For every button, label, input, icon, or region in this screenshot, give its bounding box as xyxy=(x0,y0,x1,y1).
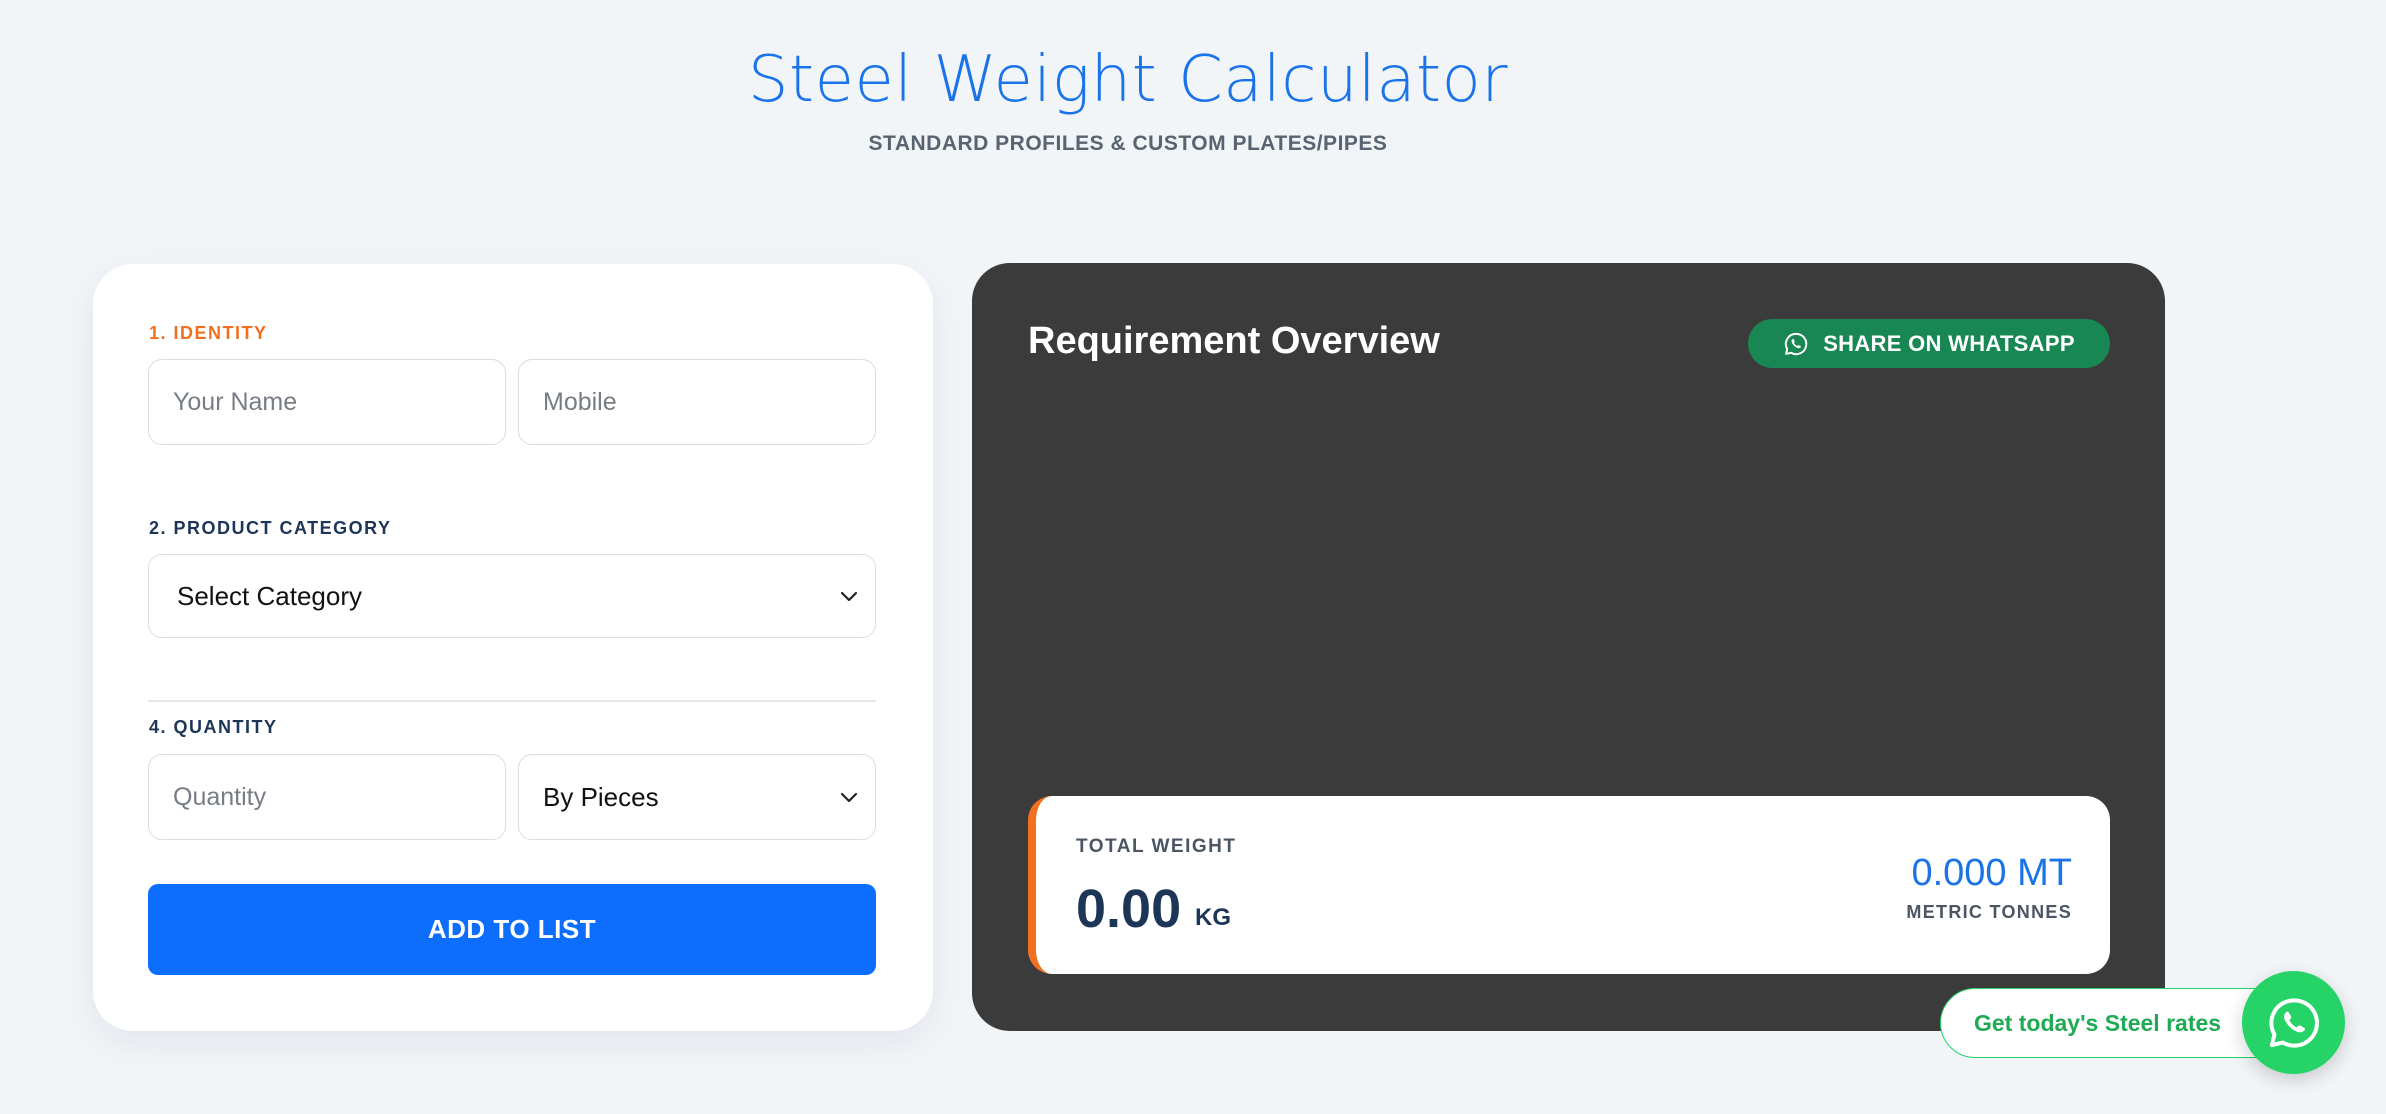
total-weight-label: TOTAL WEIGHT xyxy=(1076,836,1237,857)
add-to-list-button[interactable]: ADD TO LIST xyxy=(148,884,876,975)
quantity-input-placeholder: Quantity xyxy=(173,782,267,811)
page: Steel Weight Calculator STANDARD PROFILE… xyxy=(0,0,2386,1114)
unit-select[interactable]: By Pieces xyxy=(518,754,876,840)
total-weight-unit: KG xyxy=(1195,904,1231,931)
steel-rates-link[interactable]: Get today's Steel rates xyxy=(1940,988,2260,1058)
header: Steel Weight Calculator STANDARD PROFILE… xyxy=(0,40,2256,156)
total-weight-box: TOTAL WEIGHT 0.00 KG 0.000 MT METRIC TON… xyxy=(1028,796,2110,974)
share-whatsapp-button[interactable]: SHARE ON WHATSAPP xyxy=(1748,319,2110,368)
quantity-input[interactable]: Quantity xyxy=(148,754,506,840)
category-select-value: Select Category xyxy=(177,580,362,611)
whatsapp-icon xyxy=(2268,997,2319,1048)
mobile-input-placeholder: Mobile xyxy=(543,387,617,416)
calculator-form-card: 1. IDENTITY Your Name Mobile 2. PRODUCT … xyxy=(93,264,933,1031)
unit-select-value: By Pieces xyxy=(543,781,659,812)
overview-title: Requirement Overview xyxy=(1028,320,1440,362)
category-select[interactable]: Select Category xyxy=(148,554,876,638)
page-title: Steel Weight Calculator xyxy=(747,43,1509,117)
chevron-down-icon xyxy=(840,792,858,803)
share-button-label: SHARE ON WHATSAPP xyxy=(1823,330,2075,356)
metric-tonnes-label: METRIC TONNES xyxy=(1906,902,2072,922)
chevron-down-icon xyxy=(840,591,858,602)
total-weight-value: 0.00 xyxy=(1076,879,1182,939)
name-input-placeholder: Your Name xyxy=(173,387,298,416)
quantity-section-label: 4. QUANTITY xyxy=(149,717,278,737)
whatsapp-icon xyxy=(1785,332,1808,355)
whatsapp-fab-button[interactable] xyxy=(2242,971,2345,1074)
metric-tonnes-value: 0.000 MT xyxy=(1911,852,2072,894)
page-subtitle: STANDARD PROFILES & CUSTOM PLATES/PIPES xyxy=(868,132,1388,155)
mobile-input[interactable]: Mobile xyxy=(518,359,876,445)
requirement-overview-card: Requirement Overview SHARE ON WHATSAPP T… xyxy=(972,263,2165,1031)
category-section-label: 2. PRODUCT CATEGORY xyxy=(149,518,392,538)
section-divider xyxy=(148,700,876,702)
identity-section-label: 1. IDENTITY xyxy=(149,323,268,343)
name-input[interactable]: Your Name xyxy=(148,359,506,445)
